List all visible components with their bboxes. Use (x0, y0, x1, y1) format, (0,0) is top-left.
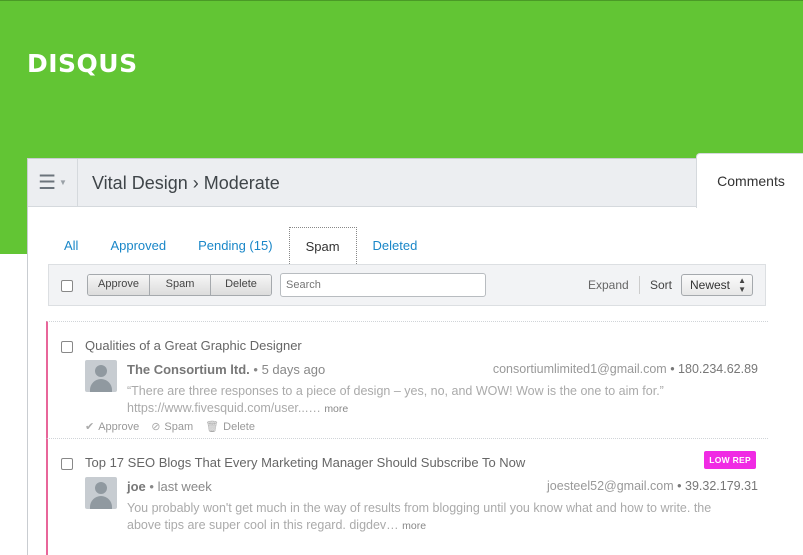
email-ip: consortiumlimited1@gmail.com • 180.234.6… (493, 362, 758, 376)
tab-deleted[interactable]: Deleted (357, 227, 434, 265)
avatar-body (90, 379, 112, 392)
menu-button[interactable]: ☰ ▼ (28, 159, 78, 206)
comment-thread-title[interactable]: Top 17 SEO Blogs That Every Marketing Ma… (85, 455, 525, 470)
avatar-head (95, 365, 107, 377)
caret-down-icon: ▼ (59, 178, 67, 187)
approve-button[interactable]: Approve (88, 275, 150, 295)
disqus-logo[interactable]: DISQUS (27, 49, 138, 78)
trash-icon: 🗑 (205, 421, 220, 433)
moderation-panel: ☰ ▼ Vital Design › Moderate Comments All… (27, 153, 803, 555)
bulk-toolbar: Approve Spam Delete Expand Sort Newest ▲… (48, 264, 766, 306)
check-icon: ✔ (85, 421, 95, 433)
author-name[interactable]: The Consortium ltd. (127, 362, 250, 377)
low-rep-badge: LOW REP (704, 451, 756, 469)
tab-pending[interactable]: Pending (15) (182, 227, 288, 265)
spam-action[interactable]: ⊘ Spam (151, 420, 194, 434)
comment-text: You probably won't get much in the way o… (127, 500, 767, 535)
filter-tabs: All Approved Pending (15) Spam Deleted (48, 227, 434, 266)
breadcrumb: Vital Design › Moderate (92, 173, 280, 193)
sort-value: Newest (690, 278, 731, 292)
author-name[interactable]: joe (127, 479, 146, 494)
comment-text-line: “There are three responses to a piece of… (127, 384, 664, 398)
author-ip: • 39.32.179.31 (677, 479, 758, 493)
spam-label: Spam (164, 420, 194, 433)
approve-action[interactable]: ✔ Approve (85, 420, 140, 434)
approve-label: Approve (98, 420, 140, 433)
comment-text-line: You probably won't get much in the way o… (127, 501, 712, 515)
author-email: joesteel52@gmail.com (547, 479, 674, 493)
select-all-checkbox[interactable] (61, 280, 73, 292)
hamburger-icon: ☰ (38, 171, 56, 194)
comment-text-line: https://www.fivesquid.com/user...… (127, 401, 321, 415)
comment-thread-title[interactable]: Qualities of a Great Graphic Designer (85, 338, 302, 353)
delete-button[interactable]: Delete (211, 275, 271, 295)
sort-select[interactable]: Newest ▲ ▼ (681, 274, 753, 296)
comment-actions: ✔ Approve ⊘ Spam 🗑 Delete (85, 420, 267, 434)
comment-time: • last week (149, 479, 212, 494)
toolbar-divider (639, 276, 640, 294)
comment-item: Top 17 SEO Blogs That Every Marketing Ma… (46, 438, 768, 555)
bulk-action-group: Approve Spam Delete (87, 274, 272, 296)
avatar[interactable] (85, 360, 117, 392)
comment-list: Qualities of a Great Graphic Designer Th… (46, 321, 768, 555)
comment-checkbox[interactable] (61, 341, 73, 353)
tab-comments[interactable]: Comments (696, 153, 803, 208)
more-link[interactable]: more (324, 403, 348, 415)
comment-item: Qualities of a Great Graphic Designer Th… (46, 321, 768, 438)
expand-link[interactable]: Expand (588, 278, 629, 292)
comment-text: “There are three responses to a piece of… (127, 383, 767, 418)
comment-checkbox[interactable] (61, 458, 73, 470)
sort-label: Sort (650, 278, 673, 292)
comment-meta: joe • last week (127, 479, 212, 494)
tab-all[interactable]: All (48, 227, 94, 265)
comment-meta: The Consortium ltd. • 5 days ago (127, 362, 325, 377)
comment-text-line: above tips are super cool in this regard… (127, 518, 399, 532)
delete-action[interactable]: 🗑 Delete (205, 420, 255, 434)
author-ip: • 180.234.62.89 (670, 362, 758, 376)
avatar-head (95, 482, 107, 494)
email-ip: joesteel52@gmail.com • 39.32.179.31 (547, 479, 758, 493)
select-arrows-icon: ▲ ▼ (738, 276, 746, 294)
panel-header: ☰ ▼ Vital Design › Moderate (28, 159, 696, 207)
delete-label: Delete (223, 420, 255, 433)
ban-icon: ⊘ (151, 421, 161, 433)
comment-time: • 5 days ago (253, 362, 326, 377)
more-link[interactable]: more (402, 520, 426, 532)
spam-button[interactable]: Spam (150, 275, 211, 295)
tab-approved[interactable]: Approved (94, 227, 182, 265)
author-email: consortiumlimited1@gmail.com (492, 362, 667, 376)
avatar-body (90, 496, 112, 509)
search-input[interactable] (280, 273, 486, 297)
tab-spam[interactable]: Spam (288, 227, 357, 266)
avatar[interactable] (85, 477, 117, 509)
